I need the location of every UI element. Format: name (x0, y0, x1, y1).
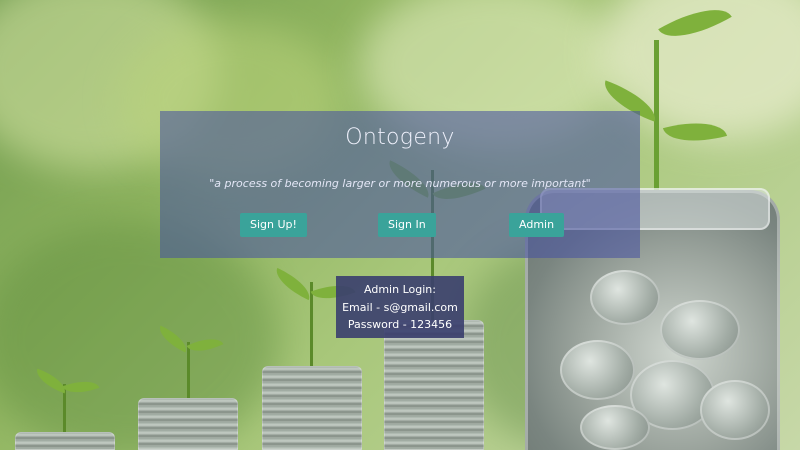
admin-button[interactable]: Admin (509, 213, 565, 237)
coin-stack (138, 398, 238, 450)
signup-button[interactable]: Sign Up! (240, 213, 307, 237)
admin-login-heading: Admin Login: (364, 283, 436, 296)
admin-email-text: Email - s@gmail.com (342, 300, 458, 314)
coin-stack (384, 320, 484, 450)
site-title: Ontogeny (345, 125, 455, 150)
signin-button[interactable]: Sign In (378, 213, 436, 237)
coin-stack (262, 366, 362, 450)
coin-stack (15, 432, 115, 450)
admin-credentials-box: Admin Login: Email - s@gmail.com Passwor… (336, 276, 464, 338)
hero-panel: Ontogeny "a process of becoming larger o… (160, 111, 640, 258)
admin-password-text: Password - 123456 (347, 318, 453, 331)
tagline: "a process of becoming larger or more nu… (209, 177, 591, 190)
